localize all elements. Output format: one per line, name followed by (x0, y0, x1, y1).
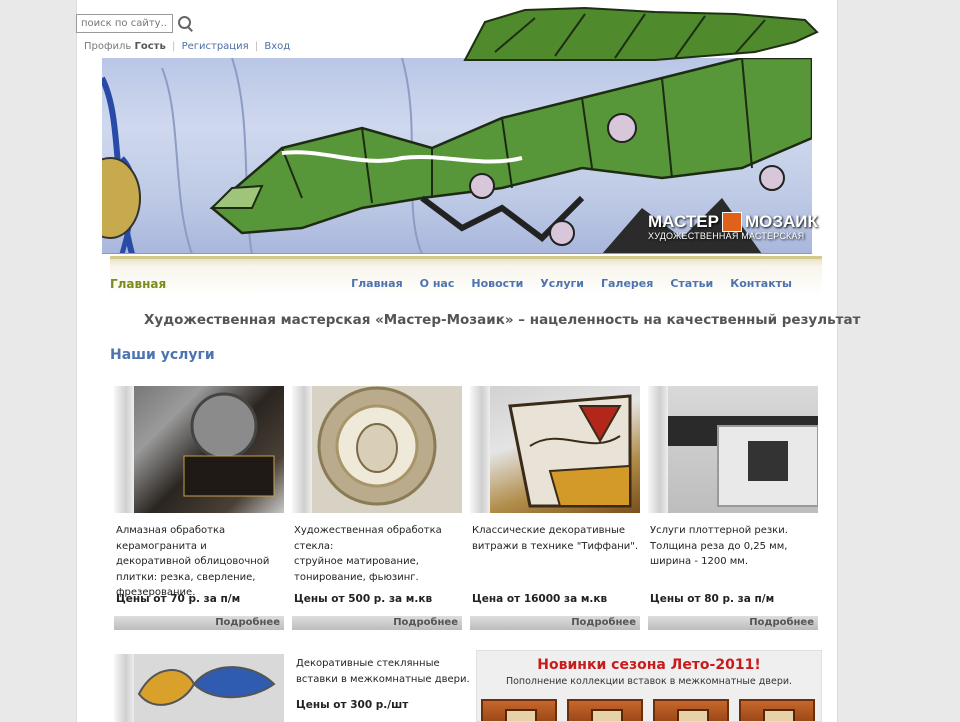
service-description: Художественная обработка стекла: струйно… (294, 525, 442, 583)
promo-doors (481, 699, 815, 721)
saw-illustration (183, 392, 275, 497)
service-price: Цена от 16000 за м.кв (472, 593, 608, 605)
more-button[interactable]: Подробнее (470, 616, 640, 630)
logo-subtitle: ХУДОЖЕСТВЕННАЯ МАСТЕРСКАЯ (648, 231, 805, 241)
nav-item-articles[interactable]: Статьи (670, 277, 713, 290)
service-image-plotter[interactable] (648, 386, 818, 513)
dragon-wing-image (463, 6, 819, 61)
more-button[interactable]: Подробнее (648, 616, 818, 630)
login-link[interactable]: Вход (264, 41, 290, 52)
logo-mark-icon (721, 212, 742, 232)
service-card: Художественная обработка стекла: струйно… (292, 386, 462, 630)
logo-name-right: МОЗАИК (744, 212, 818, 231)
profile-label: Профиль (84, 41, 132, 52)
current-page-label: Главная (110, 277, 167, 291)
service-image-tiffany[interactable] (470, 386, 640, 513)
service-description: Классические декоративные витражи в техн… (472, 525, 639, 552)
search-input[interactable] (76, 13, 173, 33)
nav-item-gallery[interactable]: Галерея (601, 277, 653, 290)
nav-item-services[interactable]: Услуги (540, 277, 584, 290)
door-thumbnail[interactable] (653, 699, 729, 721)
promo-subtitle: Пополнение коллекции вставок в межкомнат… (505, 676, 793, 687)
page-slogan: Художественная мастерская «Мастер-Мозаик… (144, 312, 861, 328)
logo-name-left: МАСТЕР (648, 212, 719, 231)
separator: | (172, 41, 176, 52)
promo-title: Новинки сезона Лето-2011! (537, 657, 761, 673)
separator: | (254, 41, 259, 52)
nav-item-contacts[interactable]: Контакты (730, 277, 792, 290)
nav-item-home[interactable]: Главная (351, 277, 403, 290)
more-button[interactable]: Подробнее (114, 616, 284, 630)
plotter-illustration (668, 416, 818, 507)
door-thumbnail[interactable] (481, 699, 557, 721)
search-icon[interactable] (177, 15, 193, 31)
glass-inserts-illustration (137, 666, 276, 706)
search-bar (76, 12, 193, 34)
nav-item-news[interactable]: Новости (471, 277, 523, 290)
more-button[interactable]: Подробнее (292, 616, 462, 630)
service-description: Алмазная обработка керамогранита и декор… (116, 525, 270, 598)
service-card: Услуги плоттерной резки. Толщина реза до… (648, 386, 818, 630)
medusa-glass-illustration (317, 386, 437, 506)
door-insert-price: Цены от 300 р./шт (296, 699, 409, 711)
service-image-tile-cutting[interactable] (114, 386, 284, 513)
tiffany-window-illustration (508, 394, 632, 508)
door-insert-description: Декоративные стеклянные вставки в межком… (296, 658, 470, 685)
site-logo[interactable]: МАСТЕР МОЗАИК ХУДОЖЕСТВЕННАЯ МАСТЕРСКАЯ (648, 212, 818, 241)
nav-menu: Главная О нас Новости Услуги Галерея Ста… (351, 277, 792, 290)
service-card: Алмазная обработка керамогранита и декор… (114, 386, 284, 630)
main-navigation: Главная Главная О нас Новости Услуги Гал… (110, 256, 822, 296)
nav-item-about[interactable]: О нас (420, 277, 455, 290)
user-name: Гость (134, 41, 166, 52)
service-price: Цены от 70 р. за п/м (116, 593, 241, 605)
service-price: Цены от 80 р. за п/м (650, 593, 775, 605)
service-image-door-inserts[interactable] (114, 654, 284, 722)
service-price: Цены от 500 р. за м.кв (294, 593, 433, 605)
door-thumbnail[interactable] (739, 699, 815, 721)
door-thumbnail[interactable] (567, 699, 643, 721)
services-title: Наши услуги (110, 347, 215, 363)
service-card: Классические декоративные витражи в техн… (470, 386, 640, 630)
service-image-glass-medusa[interactable] (292, 386, 462, 513)
service-description: Услуги плоттерной резки. Толщина реза до… (650, 525, 788, 567)
promo-banner[interactable]: Новинки сезона Лето-2011! Пополнение кол… (476, 650, 822, 722)
register-link[interactable]: Регистрация (182, 41, 249, 52)
user-bar: Профиль Гость | Регистрация | Вход (84, 41, 290, 52)
